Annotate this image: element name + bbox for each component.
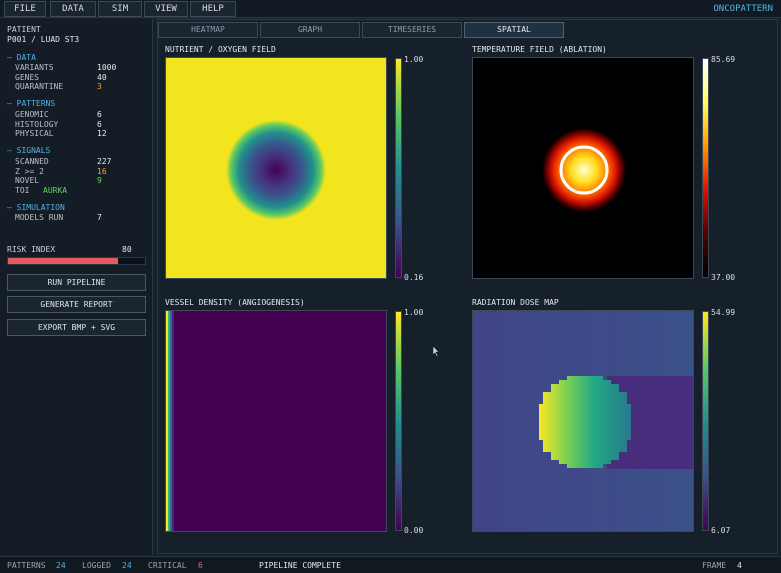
status-patterns-label: PATTERNS [7,561,46,570]
kv-key: NOVEL [15,176,40,185]
section-patterns-title: — PATTERNS [7,99,56,108]
sidebar: PATIENT P001 / LUAD ST3 — DATA VARIANTS … [0,19,153,555]
status-logged-count: 24 [122,561,132,570]
menu-data[interactable]: DATA [50,1,96,17]
status-logged-label: LOGGED [82,561,111,570]
temperature-colorbar [702,58,709,278]
vessel-background [166,311,386,531]
panel-title-radiation: RADIATION DOSE MAP [472,298,559,307]
status-frame-label: FRAME [702,561,727,570]
kv-value: 7 [97,213,102,222]
vessel-edge-mid [168,311,170,531]
temperature-colorbar-max: 85.69 [711,55,736,64]
risk-bar [7,257,146,265]
vessel-edge-low [170,311,172,531]
vessel-edge-fade [172,311,174,531]
mouse-cursor-icon [433,346,440,357]
status-patterns-count: 24 [56,561,66,570]
kv-key: Z >= 2 [15,167,44,176]
status-bar: PATTERNS 24 LOGGED 24 CRITICAL 6 PIPELIN… [0,556,781,573]
kv-key: TOI [15,186,30,195]
status-frame-value: 4 [737,561,742,570]
run-pipeline-button[interactable]: RUN PIPELINE [7,274,146,291]
temperature-colorbar-min: 37.00 [711,273,736,282]
status-critical-count: 6 [198,561,203,570]
kv-value: 3 [97,82,102,91]
kv-key: QUARANTINE [15,82,64,91]
risk-bar-fill [8,258,118,264]
patient-label: PATIENT [7,25,41,34]
temperature-glow [542,128,626,212]
main-panel: HEATMAP GRAPH TIMESERIES SPATIAL NUTRIEN… [157,19,778,554]
kv-value: 9 [97,176,102,185]
menu-view[interactable]: VIEW [144,1,188,17]
vessel-colorbar-max: 1.00 [404,308,424,317]
kv-value: 227 [97,157,112,166]
tab-spatial[interactable]: SPATIAL [464,22,564,38]
radiation-dose-plot [472,310,694,532]
kv-value: 40 [97,73,107,82]
section-simulation-title: — SIMULATION [7,203,65,212]
vessel-colorbar [395,311,402,531]
nutrient-depletion-zone [226,120,326,220]
tab-timeseries[interactable]: TIMESERIES [362,22,462,38]
panel-title-temperature: TEMPERATURE FIELD (ABLATION) [472,45,607,54]
vessel-colorbar-min: 0.00 [404,526,424,535]
nutrient-colorbar-max: 1.00 [404,55,424,64]
nutrient-colorbar [395,58,402,278]
vessel-edge-high [166,311,168,531]
radiation-colorbar [702,311,709,531]
radiation-colorbar-min: 6.07 [711,526,731,535]
dose-tumor-region [539,376,631,468]
kv-value: 6 [97,120,102,129]
risk-value: 80 [122,245,132,254]
status-critical-label: CRITICAL [148,561,187,570]
kv-value: 12 [97,129,107,138]
section-data-title: — DATA [7,53,36,62]
kv-key: VARIANTS [15,63,54,72]
radiation-colorbar-max: 54.99 [711,308,736,317]
kv-key: MODELS RUN [15,213,64,222]
temperature-field-plot [472,57,694,279]
risk-label: RISK INDEX [7,245,56,254]
kv-key: GENES [15,73,40,82]
menu-bar: FILE DATA SIM VIEW HELP ONCOPATTERN [0,0,781,18]
nutrient-colorbar-min: 0.16 [404,273,424,282]
vessel-density-plot [165,310,387,532]
kv-value: 6 [97,110,102,119]
menu-file[interactable]: FILE [4,1,46,17]
patient-id: P001 / LUAD ST3 [7,35,80,44]
panel-title-nutrient: NUTRIENT / OXYGEN FIELD [165,45,276,54]
app-brand: ONCOPATTERN [713,4,773,14]
export-button[interactable]: EXPORT BMP + SVG [7,319,146,336]
status-message: PIPELINE COMPLETE [259,561,341,570]
tab-graph[interactable]: GRAPH [260,22,360,38]
menu-help[interactable]: HELP [190,1,236,17]
menu-sim[interactable]: SIM [98,1,142,17]
kv-key: PHYSICAL [15,129,54,138]
kv-value: 1000 [97,63,117,72]
kv-key: SCANNED [15,157,49,166]
kv-key: GENOMIC [15,110,49,119]
kv-value: 16 [97,167,107,176]
tab-heatmap[interactable]: HEATMAP [158,22,258,38]
panel-title-vessel: VESSEL DENSITY (ANGIOGENESIS) [165,298,305,307]
kv-value-toi: AURKA [43,186,68,195]
kv-key: HISTOLOGY [15,120,59,129]
section-signals-title: — SIGNALS [7,146,51,155]
generate-report-button[interactable]: GENERATE REPORT [7,296,146,313]
nutrient-field-plot [165,57,387,279]
